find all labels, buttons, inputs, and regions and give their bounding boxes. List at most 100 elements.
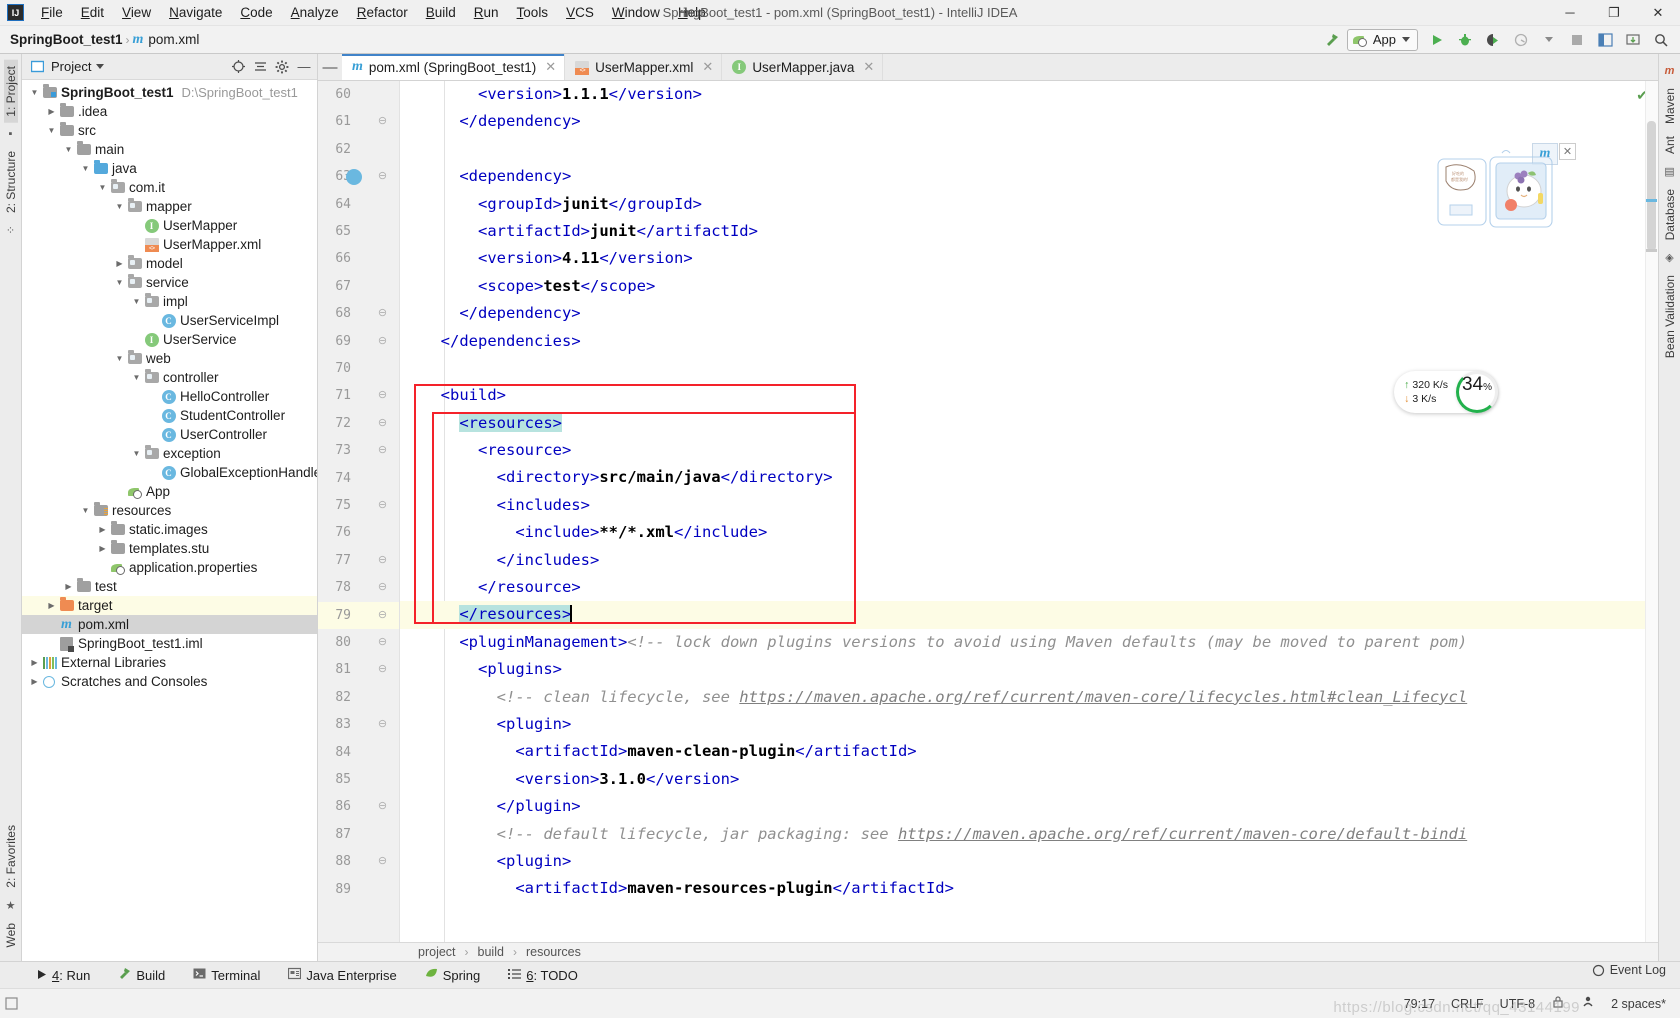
file-encoding[interactable]: UTF-8	[1500, 997, 1535, 1011]
caret-position[interactable]: 79:17	[1404, 997, 1435, 1011]
menu-item-window[interactable]: Window	[603, 2, 669, 23]
fold-toggle-icon[interactable]: ⊖	[376, 711, 389, 738]
tree-node-scratches-and-consoles[interactable]: ▶ Scratches and Consoles	[22, 672, 317, 691]
code-line[interactable]: <artifactId>maven-resources-plugin</arti…	[400, 875, 1658, 902]
close-button[interactable]: ✕	[1636, 0, 1680, 26]
code-line[interactable]: <directory>src/main/java</directory>	[400, 464, 1658, 491]
settings-gear-icon[interactable]	[273, 58, 291, 76]
run-configuration-selector[interactable]: App	[1346, 28, 1418, 51]
code-line[interactable]: </plugin>	[400, 793, 1658, 820]
editor-breadcrumb[interactable]: project › build › resources	[318, 942, 1658, 961]
chevron-down-icon[interactable]: ▼	[130, 297, 143, 306]
sidebar-item-bean-validation[interactable]: Bean Validation	[1663, 269, 1677, 364]
chevron-right-icon[interactable]: ▶	[28, 658, 41, 667]
chevron-right-icon[interactable]: ▶	[45, 601, 58, 610]
code-line[interactable]: <version>4.11</version>	[400, 245, 1658, 272]
tree-node-application-properties[interactable]: application.properties	[22, 558, 317, 577]
code-line[interactable]: <pluginManagement><!-- lock down plugins…	[400, 629, 1658, 656]
tree-node-resources[interactable]: ▼ resources	[22, 501, 317, 520]
code-line[interactable]: <resources>	[400, 410, 1658, 437]
chevron-down-icon[interactable]: ▼	[62, 145, 75, 154]
tool-window-bar[interactable]: 4: Run Build Terminal Java Enterprise Spring…	[0, 961, 1680, 988]
editor-body[interactable]: 60 61 ⊖ 62 63 ⊖ 64 65 66 67 68 ⊖ 69 ⊖ 70 71 ⊖ 72 ⊖ 73 ⊖ 74 75 ⊖…	[318, 81, 1658, 961]
window-controls[interactable]: ─ ❐ ✕	[1548, 0, 1680, 26]
close-icon[interactable]: ✕	[702, 59, 713, 75]
tree-node-globalexceptionhandler[interactable]: C GlobalExceptionHandler	[22, 463, 317, 482]
sidebar-item-ant[interactable]: Ant	[1663, 130, 1677, 160]
code-line[interactable]: <scope>test</scope>	[400, 273, 1658, 300]
tree-node-usermapper-xml[interactable]: UserMapper.xml	[22, 235, 317, 254]
tab-pom-xml[interactable]: m pom.xml (SpringBoot_test1) ✕	[342, 54, 566, 80]
fold-toggle-icon[interactable]: ⊖	[376, 574, 389, 601]
tree-node-springboot-test1-iml[interactable]: SpringBoot_test1.iml	[22, 634, 317, 653]
chevron-right-icon[interactable]: ▶	[28, 677, 41, 686]
editor-breadcrumb-build[interactable]: build	[478, 945, 504, 959]
menu-item-vcs[interactable]: VCS	[557, 2, 603, 23]
code-line[interactable]: <plugins>	[400, 656, 1658, 683]
menu-item-view[interactable]: View	[113, 2, 160, 23]
chevron-down-icon[interactable]: ▼	[113, 354, 126, 363]
menu-item-run[interactable]: Run	[465, 2, 508, 23]
sidebar-item-maven[interactable]: Maven	[1663, 82, 1677, 130]
tree-node-mapper[interactable]: ▼ mapper	[22, 197, 317, 216]
tree-node-service[interactable]: ▼ service	[22, 273, 317, 292]
fold-toggle-icon[interactable]: ⊖	[376, 547, 389, 574]
code-line[interactable]: <!-- default lifecycle, jar packaging: s…	[400, 821, 1658, 848]
status-right-group[interactable]: 79:17 CRLF UTF-8 2 spaces*	[1404, 995, 1680, 1012]
tree-node-external-libraries[interactable]: ▶ External Libraries	[22, 653, 317, 672]
fold-toggle-icon[interactable]: ⊖	[376, 108, 389, 135]
tree-node-static-images[interactable]: ▶ static.images	[22, 520, 317, 539]
update-icon[interactable]	[1620, 28, 1646, 52]
tree-node-hellocontroller[interactable]: C HelloController	[22, 387, 317, 406]
tool-window-4--run[interactable]: 4: Run	[22, 962, 104, 988]
layout-settings-icon[interactable]	[1592, 28, 1618, 52]
menu-bar[interactable]: File Edit View Navigate Code Analyze Refactor B…	[32, 2, 715, 23]
code-line[interactable]: </resources>	[400, 601, 1658, 629]
scrollbar-thumb[interactable]	[1647, 121, 1656, 251]
code-line[interactable]: <plugin>	[400, 848, 1658, 875]
maximize-button[interactable]: ❐	[1592, 0, 1636, 26]
event-log-button[interactable]: Event Log	[1592, 963, 1666, 977]
menu-item-help[interactable]: Help	[669, 2, 715, 23]
menu-item-file[interactable]: File	[32, 2, 72, 23]
editor-tab-bar[interactable]: — m pom.xml (SpringBoot_test1) ✕ UserMap…	[318, 54, 1658, 81]
minimize-button[interactable]: ─	[1548, 0, 1592, 26]
fold-toggle-icon[interactable]: ⊖	[376, 602, 389, 629]
fold-toggle-icon[interactable]: ⊖	[376, 656, 389, 683]
left-strip-bottom[interactable]: 2: Favorites ★ Web	[4, 819, 18, 961]
read-only-icon[interactable]	[1551, 995, 1565, 1012]
fold-toggle-icon[interactable]: ⊖	[376, 410, 389, 437]
tree-node-studentcontroller[interactable]: C StudentController	[22, 406, 317, 425]
stop-icon[interactable]	[1564, 28, 1590, 52]
tool-window-build[interactable]: Build	[104, 962, 179, 988]
editor-gutter[interactable]: 60 61 ⊖ 62 63 ⊖ 64 65 66 67 68 ⊖ 69 ⊖ 70 71 ⊖ 72 ⊖ 73 ⊖ 74 75 ⊖…	[318, 81, 400, 961]
close-icon[interactable]: ✕	[545, 59, 556, 75]
chevron-down-icon[interactable]: ▼	[113, 278, 126, 287]
fold-toggle-icon[interactable]: ⊖	[376, 629, 389, 656]
tab-usermapper-xml[interactable]: UserMapper.xml ✕	[565, 54, 723, 80]
collapse-all-icon[interactable]	[251, 58, 269, 76]
tree-node-controller[interactable]: ▼ controller	[22, 368, 317, 387]
tree-node-exception[interactable]: ▼ exception	[22, 444, 317, 463]
code-line[interactable]: <plugin>	[400, 711, 1658, 738]
debug-icon[interactable]	[1452, 28, 1478, 52]
tree-node-usermapper[interactable]: I UserMapper	[22, 216, 317, 235]
tool-window-terminal[interactable]: Terminal	[179, 962, 274, 988]
tree-node-templates-stu[interactable]: ▶ templates.stu	[22, 539, 317, 558]
indent-setting[interactable]: 2 spaces*	[1611, 997, 1666, 1011]
line-separator[interactable]: CRLF	[1451, 997, 1484, 1011]
menu-item-tools[interactable]: Tools	[508, 2, 558, 23]
fold-toggle-icon[interactable]: ⊖	[376, 848, 389, 875]
tree-node-app[interactable]: App	[22, 482, 317, 501]
chevron-down-icon[interactable]	[1536, 28, 1562, 52]
search-icon[interactable]	[1648, 28, 1674, 52]
tree-node--idea[interactable]: ▶ .idea	[22, 102, 317, 121]
code-line[interactable]: </dependencies>	[400, 328, 1658, 355]
code-line[interactable]: <!-- clean lifecycle, see https://maven.…	[400, 684, 1658, 711]
sidebar-item-project[interactable]: 1: Project	[3, 60, 18, 123]
fold-toggle-icon[interactable]: ⊖	[376, 492, 389, 519]
chevron-right-icon[interactable]: ▶	[96, 525, 109, 534]
menu-item-refactor[interactable]: Refactor	[348, 2, 417, 23]
locate-icon[interactable]	[229, 58, 247, 76]
fold-toggle-icon[interactable]: ⊖	[376, 328, 389, 355]
